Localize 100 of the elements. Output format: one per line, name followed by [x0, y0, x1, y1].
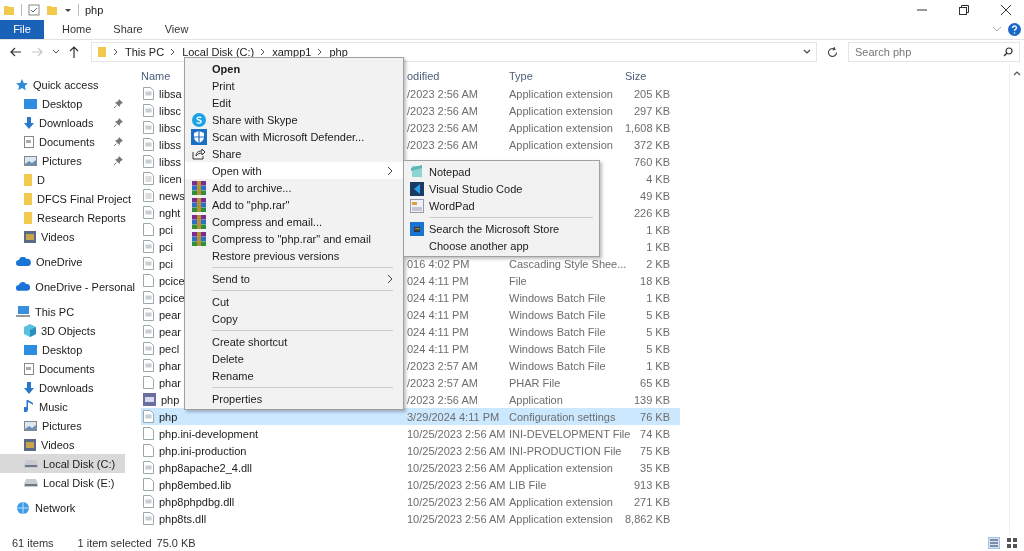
file-type: Application [509, 393, 563, 406]
file-size: 35 KB [640, 461, 670, 474]
menu-item[interactable]: Compress and email... [185, 213, 403, 230]
sidebar-item[interactable]: Documents [0, 359, 135, 378]
ribbon-tab[interactable]: View [164, 23, 189, 35]
up-arrow-icon[interactable] [69, 46, 79, 58]
sidebar-label: Desktop [42, 343, 83, 356]
breadcrumb-link[interactable]: xampp1 [272, 46, 312, 58]
menu-item[interactable]: Properties [185, 390, 403, 407]
file-name: php [159, 410, 178, 423]
back-arrow-icon[interactable] [10, 47, 22, 57]
file-icon [143, 104, 154, 117]
download-arrow-icon [24, 116, 34, 129]
large-icons-view-icon[interactable] [1006, 537, 1018, 549]
sidebar-item[interactable]: Downloads [0, 113, 135, 132]
file-size: 65 KB [640, 376, 670, 389]
file-size: 74 KB [640, 427, 670, 440]
chevron-down-icon[interactable] [52, 49, 60, 55]
sidebar-item[interactable]: This PC [0, 302, 135, 321]
modified-date: /2023 2:56 AM [407, 121, 478, 134]
file-icon [143, 342, 154, 355]
column-header[interactable]: Type [509, 70, 625, 82]
menu-item[interactable]: Delete [185, 350, 403, 367]
file-size: 18 KB [640, 274, 670, 287]
breadcrumb-link[interactable]: php [329, 46, 348, 58]
modified-date: 024 4:11 PM [407, 291, 469, 304]
sidebar-item[interactable]: Videos [0, 227, 135, 246]
column-header[interactable]: Size [625, 70, 670, 82]
file-icon [143, 240, 154, 253]
file-name: pcice [159, 291, 185, 304]
menu-item[interactable]: Edit [185, 94, 403, 111]
menu-item[interactable]: Visual Studio Code [404, 180, 599, 197]
chevron-down-icon[interactable] [803, 49, 811, 55]
menu-item[interactable]: Share [185, 145, 403, 162]
file-name: libsc [159, 104, 181, 117]
menu-item[interactable]: Add to archive... [185, 179, 403, 196]
scroll-up-icon[interactable] [1013, 70, 1021, 76]
sidebar-item[interactable]: Videos [0, 435, 135, 454]
selected-row-highlight[interactable]: php 3/29/2024 4:11 PM Configuration settings 76 KB [141, 408, 680, 425]
sidebar-item[interactable]: Documents [0, 132, 135, 151]
sidebar-item[interactable]: Downloads [0, 378, 135, 397]
sidebar-item[interactable]: Quick access [0, 75, 135, 94]
ribbon-tab[interactable]: Share [113, 23, 143, 35]
menu-item[interactable]: Share with Skype [185, 111, 403, 128]
column-header[interactable]: odified [407, 70, 509, 82]
menu-item[interactable]: Scan with Microsoft Defender... [185, 128, 403, 145]
menu-item[interactable]: Print [185, 77, 403, 94]
maximize-icon[interactable] [959, 4, 969, 15]
file-type: Application extension [509, 87, 613, 100]
sidebar-item[interactable]: Network [0, 498, 135, 517]
refresh-icon[interactable] [827, 46, 838, 58]
menu-item[interactable]: Search the Microsoft Store [404, 220, 599, 237]
document-icon [24, 135, 34, 148]
ribbon-tab[interactable]: Home [62, 23, 92, 35]
menu-item[interactable]: Send to [185, 270, 403, 287]
menu-item[interactable]: Open [185, 60, 403, 77]
menu-item[interactable]: Rename [185, 367, 403, 384]
search-icon[interactable] [1003, 47, 1013, 57]
file-name: php8apache2_4.dll [159, 461, 252, 474]
file-name: php8ts.dll [159, 512, 207, 525]
sidebar-item[interactable]: OneDrive - Personal [0, 277, 135, 296]
sidebar-item[interactable]: Desktop [0, 94, 135, 113]
sidebar-item[interactable]: Local Disk (C:) [0, 454, 125, 473]
menu-item[interactable]: Open with [185, 162, 403, 179]
properties-icon[interactable] [28, 3, 40, 16]
sidebar-label: Desktop [42, 97, 83, 110]
sidebar-item[interactable]: DFCS Final Project [0, 189, 135, 208]
close-icon[interactable] [1001, 4, 1011, 15]
menu-item[interactable]: Compress to "php.rar" and email [185, 230, 403, 247]
sidebar-item[interactable]: Local Disk (E:) [0, 473, 135, 492]
sidebar-item[interactable]: Research Reports [0, 208, 135, 227]
sidebar-item[interactable]: 3D Objects [0, 321, 135, 340]
sidebar-item[interactable]: Music [0, 397, 135, 416]
folder-icon [24, 192, 32, 205]
menu-item[interactable]: Notepad [404, 163, 599, 180]
search-field[interactable]: Search php [848, 42, 1020, 62]
sidebar-label: Local Disk (C:) [43, 457, 116, 470]
help-icon[interactable] [1008, 22, 1021, 36]
sidebar-item[interactable]: Desktop [0, 340, 135, 359]
file-size: 75 KB [640, 444, 670, 457]
sidebar-item[interactable]: Pictures [0, 151, 135, 170]
menu-item[interactable]: WordPad [404, 197, 599, 214]
menu-item[interactable]: Restore previous versions [185, 247, 403, 264]
menu-item[interactable]: Copy [185, 310, 403, 327]
file-tab[interactable]: File [0, 19, 44, 39]
menu-item[interactable]: Choose another app [404, 237, 599, 254]
file-type: Cascading Style Shee... [509, 257, 627, 270]
sidebar-item[interactable]: Pictures [0, 416, 135, 435]
modified-date: 10/25/2023 2:56 AM [407, 444, 506, 457]
sidebar-item[interactable]: OneDrive [0, 252, 135, 271]
breadcrumb-link[interactable]: This PC [125, 46, 165, 58]
modified-date: 024 4:11 PM [407, 308, 469, 321]
menu-item[interactable]: Cut [185, 293, 403, 310]
menu-item[interactable]: Add to "php.rar" [185, 196, 403, 213]
sidebar-item[interactable]: D [0, 170, 135, 189]
menu-item[interactable]: Create shortcut [185, 333, 403, 350]
file-type: Windows Batch File [509, 342, 606, 355]
file-icon [143, 138, 154, 151]
details-view-icon[interactable] [988, 537, 1000, 549]
file-name: libsc [159, 121, 181, 134]
